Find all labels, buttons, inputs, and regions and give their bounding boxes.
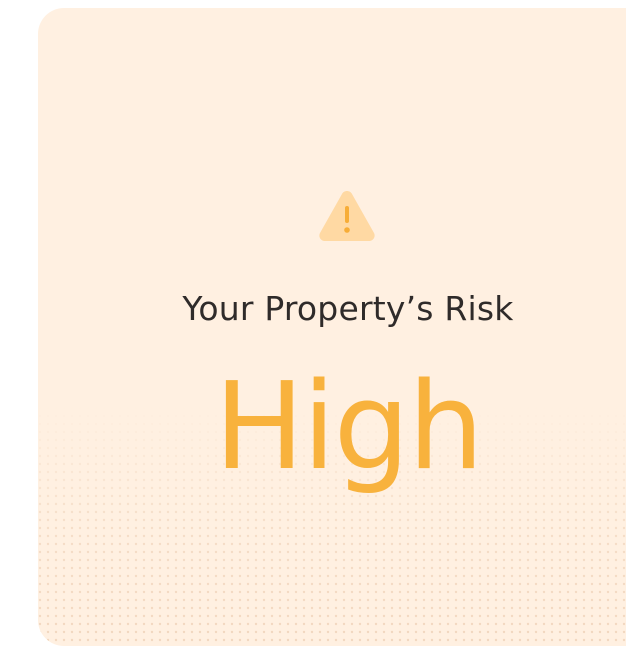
warning-triangle-icon bbox=[319, 191, 375, 241]
risk-title: Your Property’s Risk bbox=[182, 289, 514, 328]
risk-content: Your Property’s Risk High bbox=[38, 8, 626, 646]
risk-card: Your Property’s Risk High bbox=[38, 8, 626, 646]
risk-level: High bbox=[214, 358, 484, 497]
